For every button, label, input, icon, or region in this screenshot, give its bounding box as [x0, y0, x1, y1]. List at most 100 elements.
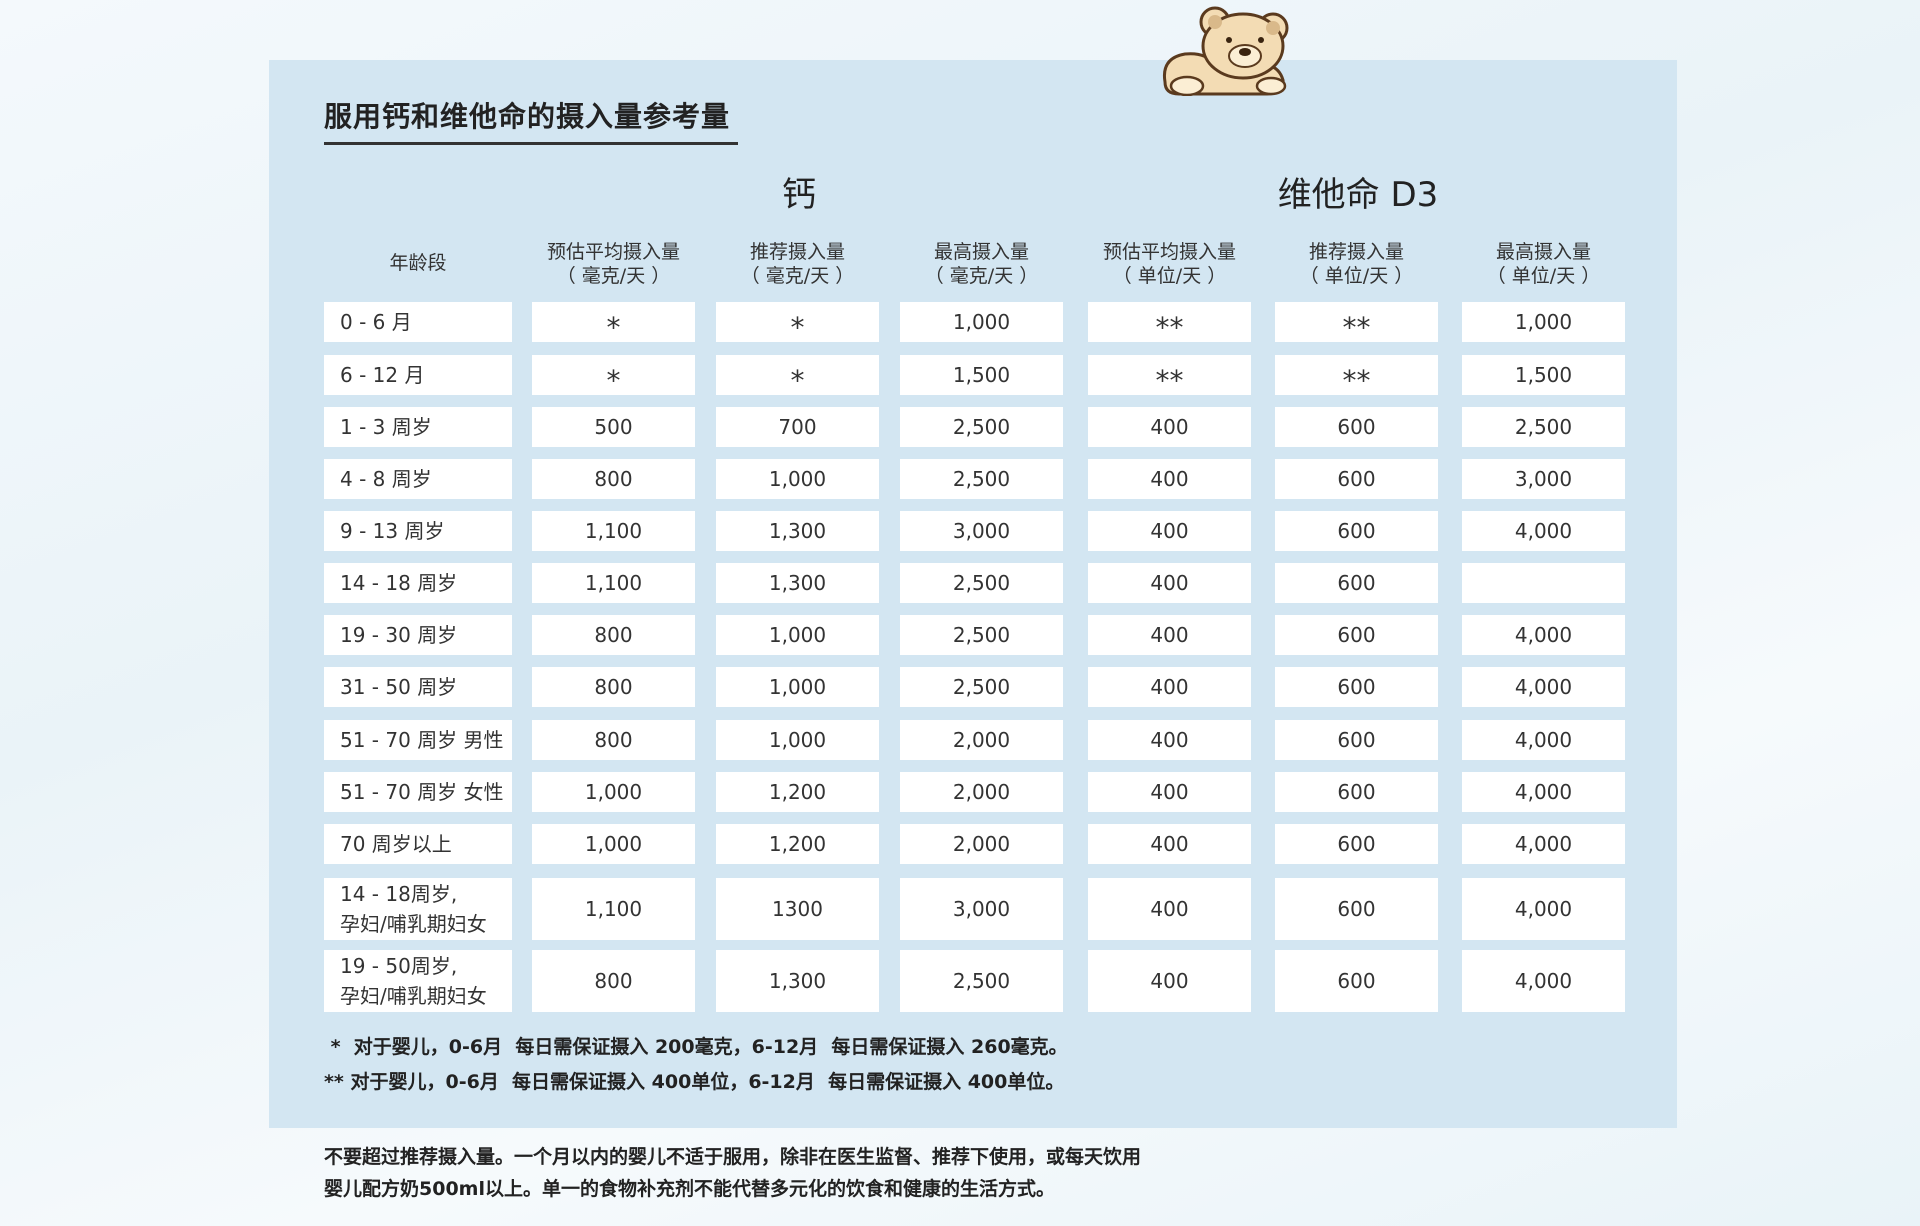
- table-cell-vitd3-rni: 600: [1275, 407, 1438, 447]
- disclaimer: 不要超过推荐摄入量。一个月以内的婴儿不适于服用，除非在医生监督、推荐下使用，或每…: [324, 1141, 1224, 1205]
- footnote-line: ** 对于婴儿，0-6月 每日需保证摄入 400单位，6-12月 每日需保证摄入…: [324, 1071, 1065, 1093]
- table-cell-vitd3-ul: 3,000: [1462, 459, 1625, 499]
- age-label: 14 - 18 周岁: [340, 571, 458, 595]
- age-label: 6 - 12 月: [340, 363, 425, 387]
- table-cell-vitd3-ear: 400: [1088, 950, 1251, 1012]
- table-cell-vitd3-rni: 600: [1275, 720, 1438, 760]
- table-cell-vitd3-rni: 600: [1275, 878, 1438, 940]
- column-header-vitd3-rni: 推荐摄入量（ 单位/天 ）: [1275, 240, 1438, 290]
- table-cell-calcium-rni: 1,000: [716, 615, 879, 655]
- table-cell-vitd3-ear: 400: [1088, 511, 1251, 551]
- table-cell-calcium-rni: 1,300: [716, 950, 879, 1012]
- table-cell-calcium-ear: 1,000: [532, 824, 695, 864]
- age-label: 0 - 6 月: [340, 310, 412, 334]
- table-cell-vitd3-ul: 4,000: [1462, 511, 1625, 551]
- table-cell-calcium-ear: 1,000: [532, 772, 695, 812]
- disclaimer-line: 不要超过推荐摄入量。一个月以内的婴儿不适于服用，除非在医生监督、推荐下使用，或每…: [324, 1146, 1142, 1168]
- table-cell-calcium-ear: 1,100: [532, 563, 695, 603]
- table-cell-vitd3-ear: 400: [1088, 667, 1251, 707]
- table-cell-calcium-rni: 1,300: [716, 563, 879, 603]
- table-cell-calcium-ear: 500: [532, 407, 695, 447]
- column-header-unit: （ 毫克/天 ）: [924, 265, 1039, 287]
- table-cell-age: 19 - 30 周岁: [324, 615, 512, 655]
- table-cell-vitd3-ear: 400: [1088, 563, 1251, 603]
- table-cell-vitd3-ul: [1462, 563, 1625, 603]
- table-cell-vitd3-ear: 400: [1088, 615, 1251, 655]
- footnote-line: * 对于婴儿，0-6月 每日需保证摄入 200毫克，6-12月 每日需保证摄入 …: [324, 1036, 1068, 1058]
- table-cell-vitd3-ul: 4,000: [1462, 824, 1625, 864]
- table-cell-age: 0 - 6 月: [324, 302, 512, 342]
- table-cell-calcium-rni: *: [716, 302, 879, 344]
- column-header-unit: （ 毫克/天 ）: [740, 265, 855, 287]
- age-label: 14 - 18周岁, 孕妇/哺乳期妇女: [340, 882, 487, 936]
- disclaimer-line: 婴儿配方奶500ml以上。单一的食物补充剂不能代替多元化的饮食和健康的生活方式。: [324, 1178, 1055, 1200]
- table-cell-calcium-rni: *: [716, 355, 879, 397]
- table-cell-calcium-ul: 2,500: [900, 667, 1063, 707]
- table-cell-vitd3-rni: 600: [1275, 511, 1438, 551]
- table-cell-calcium-rni: 1300: [716, 878, 879, 940]
- teddy-bear-icon: [1162, 6, 1289, 96]
- table-cell-calcium-ear: 800: [532, 950, 695, 1012]
- table-cell-vitd3-rni: 600: [1275, 459, 1438, 499]
- table-cell-calcium-rni: 1,000: [716, 720, 879, 760]
- table-cell-calcium-ul: 2,000: [900, 772, 1063, 812]
- column-header-line: 年龄段: [389, 252, 447, 274]
- column-header-vitd3-ul: 最高摄入量（ 单位/天 ）: [1462, 240, 1625, 290]
- age-label: 4 - 8 周岁: [340, 467, 432, 491]
- table-cell-age: 51 - 70 周岁 男性: [324, 720, 512, 760]
- table-cell-age: 14 - 18 周岁: [324, 563, 512, 603]
- age-label: 31 - 50 周岁: [340, 675, 458, 699]
- table-cell-vitd3-rni: 600: [1275, 950, 1438, 1012]
- table-cell-vitd3-ul: 1,500: [1462, 355, 1625, 395]
- page-title: 服用钙和维他命的摄入量参考量: [324, 100, 731, 133]
- table-cell-vitd3-ear: 400: [1088, 878, 1251, 940]
- column-header-line: 最高摄入量: [933, 241, 1029, 263]
- table-cell-age: 4 - 8 周岁: [324, 459, 512, 499]
- table-cell-vitd3-rni: 600: [1275, 615, 1438, 655]
- column-header-line: 预估平均摄入量: [546, 241, 680, 263]
- column-header-vitd3-ear: 预估平均摄入量（ 单位/天 ）: [1088, 240, 1251, 290]
- table-cell-calcium-rni: 700: [716, 407, 879, 447]
- column-header-age: 年龄段: [324, 251, 512, 301]
- age-label: 9 - 13 周岁: [340, 519, 445, 543]
- table-cell-age: 70 周岁以上: [324, 824, 512, 864]
- table-cell-age: 31 - 50 周岁: [324, 667, 512, 707]
- table-cell-vitd3-ul: 4,000: [1462, 667, 1625, 707]
- column-header-unit: （ 毫克/天 ）: [556, 265, 671, 287]
- table-cell-age: 51 - 70 周岁 女性: [324, 772, 512, 812]
- table-cell-calcium-ul: 3,000: [900, 511, 1063, 551]
- group-header-calcium: 钙: [782, 175, 816, 215]
- table-cell-vitd3-ul: 4,000: [1462, 878, 1625, 940]
- table-cell-vitd3-rni: 600: [1275, 772, 1438, 812]
- table-cell-calcium-ul: 2,500: [900, 615, 1063, 655]
- title-underline: [324, 142, 738, 145]
- age-label: 51 - 70 周岁 男性: [340, 728, 504, 752]
- table-cell-vitd3-ul: 4,000: [1462, 950, 1625, 1012]
- table-cell-vitd3-ear: **: [1088, 302, 1251, 344]
- age-label: 19 - 30 周岁: [340, 623, 458, 647]
- table-cell-vitd3-rni: 600: [1275, 667, 1438, 707]
- column-header-unit: （ 单位/天 ）: [1486, 265, 1601, 287]
- table-cell-vitd3-rni: **: [1275, 355, 1438, 397]
- table-cell-calcium-ear: 800: [532, 667, 695, 707]
- table-cell-calcium-ul: 2,500: [900, 950, 1063, 1012]
- table-cell-calcium-rni: 1,300: [716, 511, 879, 551]
- age-label: 19 - 50周岁, 孕妇/哺乳期妇女: [340, 954, 487, 1008]
- table-cell-calcium-ul: 2,000: [900, 824, 1063, 864]
- table-cell-calcium-ul: 2,000: [900, 720, 1063, 760]
- column-header-unit: （ 单位/天 ）: [1299, 265, 1414, 287]
- table-cell-age: 1 - 3 周岁: [324, 407, 512, 447]
- table-cell-calcium-ear: 800: [532, 459, 695, 499]
- table-cell-vitd3-ear: 400: [1088, 459, 1251, 499]
- table-cell-vitd3-ear: 400: [1088, 407, 1251, 447]
- table-cell-age: 9 - 13 周岁: [324, 511, 512, 551]
- table-cell-vitd3-rni: 600: [1275, 563, 1438, 603]
- table-cell-calcium-ear: 800: [532, 720, 695, 760]
- age-label: 1 - 3 周岁: [340, 415, 432, 439]
- column-header-line: 推荐摄入量: [1308, 241, 1404, 263]
- table-cell-calcium-ear: *: [532, 355, 695, 397]
- table-cell-calcium-ul: 1,000: [900, 302, 1063, 342]
- table-cell-calcium-ear: 1,100: [532, 878, 695, 940]
- table-cell-calcium-ear: 1,100: [532, 511, 695, 551]
- table-cell-calcium-ear: *: [532, 302, 695, 344]
